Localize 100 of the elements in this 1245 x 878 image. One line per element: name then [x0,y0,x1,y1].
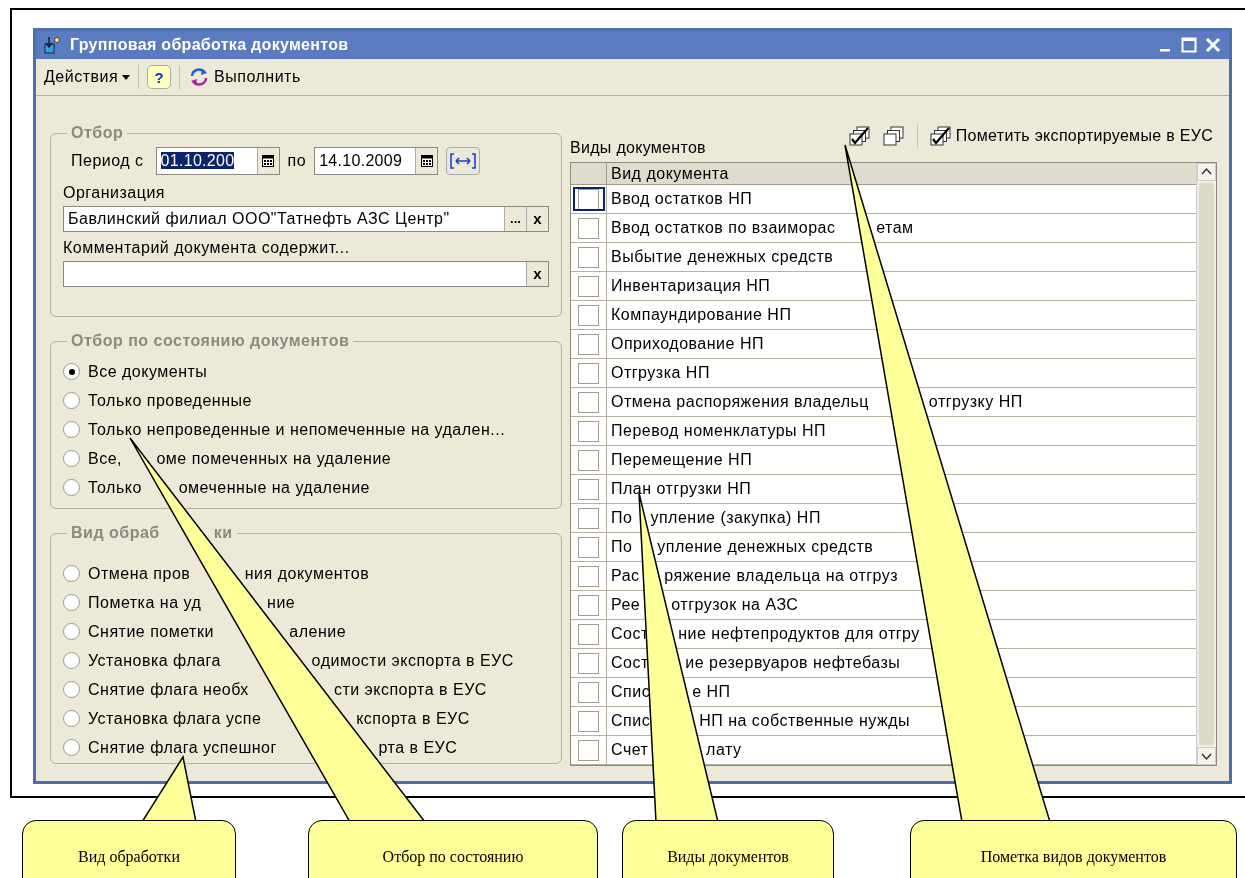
row-checkbox[interactable] [578,739,599,761]
radio-button[interactable] [63,710,80,727]
group-title: Вид обраб [71,523,160,543]
radio-label: кспорта в ЕУС [356,708,470,729]
row-checkbox[interactable] [578,594,599,616]
radio-button[interactable] [63,652,80,669]
checked-boxes-icon [929,126,952,146]
table-cell-text: НП на собственные нужды [699,711,910,731]
check-all-button[interactable] [848,126,871,146]
radio-button[interactable] [63,392,80,409]
radio-button[interactable] [63,565,80,582]
row-checkbox[interactable] [578,275,599,297]
radio-label: ние [267,592,296,613]
row-checkbox[interactable] [578,710,599,732]
app-icon [44,36,62,54]
scroll-down-icon[interactable] [1197,747,1216,765]
window-title: Групповая обработка документов [70,35,350,55]
table-cell-text: Рас [611,566,640,586]
radio-button[interactable] [63,363,80,380]
table-cell-text: Сост [611,653,649,673]
radio-label: Только непроведенные и непомеченные на удален... [88,419,506,440]
table-cell-text: План отгрузки НП [611,479,752,499]
table-cell-text: ие резервуаров нефтебазы [685,653,901,673]
date-to-field[interactable]: 14.10.2009 [314,147,439,175]
actions-menu[interactable]: Действия [44,65,131,89]
table-cell-text: Перемещение НП [611,450,753,470]
radio-button[interactable] [63,421,80,438]
table-cell-text: Оприходование НП [611,334,764,354]
row-checkbox[interactable] [578,652,599,674]
radio-button[interactable] [63,739,80,756]
row-checkbox[interactable] [578,565,599,587]
close-icon[interactable] [1205,37,1221,53]
radio-label: Только [88,477,142,498]
row-checkbox[interactable] [578,478,599,500]
table-cell-text: Перевод номенклатуры НП [611,421,827,441]
group-title: Отбор по состоянию документов [71,331,350,351]
table-cell-text: Спис [611,682,651,702]
table-cell-text: е НП [692,682,731,702]
radio-button[interactable] [63,681,80,698]
calendar-icon [262,155,275,167]
scrollbar[interactable] [1196,163,1216,765]
row-checkbox[interactable] [578,536,599,558]
organization-label: Организация [63,183,166,203]
row-checkbox[interactable] [578,188,599,210]
radio-label: сти экспорта в ЕУС [333,679,487,700]
period-button[interactable] [446,147,481,175]
row-checkbox[interactable] [578,449,599,471]
table-cell-text: Компаундирование НП [611,305,792,325]
radio-label: Снятие флага успешног [88,737,277,758]
table-cell-text: Спис [611,711,651,731]
table-cell-text: ние нефтепродуктов для отгру [678,624,920,644]
execute-button[interactable]: Выполнить [188,65,301,89]
table-cell-text: Отмена распоряжения владельц [611,392,869,412]
mark-export-button[interactable]: Пометить экспортируемые в ЕУС [929,124,1213,148]
radio-label: оме помеченных на удаление [156,448,392,469]
table-cell-text: По [611,508,633,528]
row-checkbox[interactable] [578,333,599,355]
period-label: Период с [71,151,144,171]
row-checkbox[interactable] [578,304,599,326]
row-checkbox[interactable] [578,391,599,413]
table-cell-text: отгрузку НП [928,392,1023,412]
boxes-icon [882,126,905,146]
row-checkbox[interactable] [578,507,599,529]
callout-label: Пометка видов документов [910,820,1237,878]
row-checkbox[interactable] [578,362,599,384]
radio-label: Все, [88,448,122,469]
row-checkbox[interactable] [578,420,599,442]
radio-label: Только проведенные [88,390,252,411]
group-title: ки [213,523,233,543]
to-label: по [287,151,307,171]
radio-label: аление [289,621,347,642]
radio-button[interactable] [63,450,80,467]
radio-label: ния документов [244,563,370,584]
radio-label: Установка флага [88,650,221,671]
radio-button[interactable] [63,479,80,496]
row-checkbox[interactable] [578,681,599,703]
row-checkbox[interactable] [578,623,599,645]
row-checkbox[interactable] [578,246,599,268]
maximize-icon[interactable] [1181,37,1197,53]
uncheck-all-button[interactable] [882,126,905,146]
row-checkbox[interactable] [578,217,599,239]
callout-label: Отбор по состоянию [308,820,598,878]
table-cell-text: Отгрузка НП [611,363,710,383]
scroll-up-icon[interactable] [1197,163,1216,181]
table-cell-text: Инвентаризация НП [611,276,771,296]
callout-label: Виды документов [622,820,834,878]
help-button[interactable]: ? [147,65,172,89]
radio-button[interactable] [63,594,80,611]
date-from-field[interactable]: 01.10.200 [155,147,280,175]
radio-label: Снятие пометки [88,621,214,642]
calendar-icon [420,155,433,167]
radio-label: омеченные на удаление [178,477,370,498]
radio-button[interactable] [63,623,80,640]
table-cell-text: упление (закупка) НП [650,508,821,528]
table-cell-text: ряжение владельца на отгруз [664,566,899,586]
group-title: Отбор [71,123,124,143]
radio-label: Отмена пров [88,563,191,584]
checked-boxes-icon [848,126,871,146]
comment-label: Комментарий документа содержит... [63,238,351,258]
doc-types-title: Виды документов [570,138,706,158]
